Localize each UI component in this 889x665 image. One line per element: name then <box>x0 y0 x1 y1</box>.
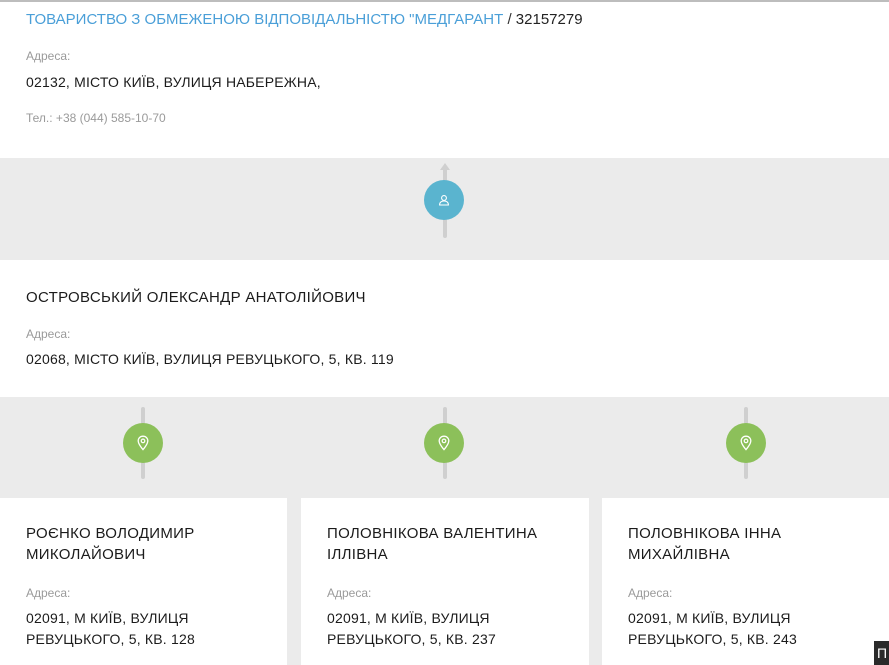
founder-card: ПОЛОВНІКОВА ВАЛЕНТИНА ІЛЛІВНА Адреса: 02… <box>301 498 589 665</box>
arrow-up-icon <box>440 163 450 170</box>
founder-address: 02091, М КИЇВ, ВУЛИЦЯ РЕВУЦЬКОГО, 5, КВ.… <box>628 610 797 647</box>
map-pin-icon <box>123 423 163 463</box>
connector-band-founders <box>0 397 889 498</box>
founder-address: 02091, М КИЇВ, ВУЛИЦЯ РЕВУЦЬКОГО, 5, КВ.… <box>26 610 195 647</box>
founder-name: ПОЛОВНІКОВА ІННА МИХАЙЛІВНА <box>628 525 782 563</box>
director-address: 02068, МІСТО КИЇВ, ВУЛИЦЯ РЕВУЦЬКОГО, 5,… <box>26 351 394 367</box>
company-panel: ТОВАРИСТВО З ОБМЕЖЕНОЮ ВІДПОВІДАЛЬНІСТЮ … <box>0 0 889 158</box>
founder-card: ПОЛОВНІКОВА ІННА МИХАЙЛІВНА Адреса: 0209… <box>602 498 889 665</box>
title-separator: / <box>507 11 512 28</box>
founder-address-label: Адреса: <box>26 586 71 600</box>
director-panel: ОСТРОВСЬКИЙ ОЛЕКСАНДР АНАТОЛІЙОВИЧ Адрес… <box>0 260 889 397</box>
person-icon <box>424 180 464 220</box>
company-code: 32157279 <box>515 11 583 28</box>
corner-button[interactable]: П <box>874 641 889 665</box>
founder-name: ПОЛОВНІКОВА ВАЛЕНТИНА ІЛЛІВНА <box>327 525 538 563</box>
company-address: 02132, МІСТО КИЇВ, ВУЛИЦЯ НАБЕРЕЖНА, <box>26 74 321 90</box>
director-name: ОСТРОВСЬКИЙ ОЛЕКСАНДР АНАТОЛІЙОВИЧ <box>26 289 366 306</box>
connector-band-director <box>0 158 889 260</box>
company-phone: Тел.: +38 (044) 585-10-70 <box>26 111 166 125</box>
founder-address-label: Адреса: <box>327 586 372 600</box>
map-pin-icon <box>424 423 464 463</box>
company-address-label: Адреса: <box>26 49 71 63</box>
founder-address: 02091, М КИЇВ, ВУЛИЦЯ РЕВУЦЬКОГО, 5, КВ.… <box>327 610 496 647</box>
map-pin-icon <box>726 423 766 463</box>
company-name-link[interactable]: ТОВАРИСТВО З ОБМЕЖЕНОЮ ВІДПОВІДАЛЬНІСТЮ … <box>26 11 503 28</box>
founder-name: РОЄНКО ВОЛОДИМИР МИКОЛАЙОВИЧ <box>26 525 195 563</box>
company-title-line: ТОВАРИСТВО З ОБМЕЖЕНОЮ ВІДПОВІДАЛЬНІСТЮ … <box>26 11 583 29</box>
founder-address-label: Адреса: <box>628 586 673 600</box>
director-address-label: Адреса: <box>26 327 71 341</box>
founder-card: РОЄНКО ВОЛОДИМИР МИКОЛАЙОВИЧ Адреса: 020… <box>0 498 287 665</box>
